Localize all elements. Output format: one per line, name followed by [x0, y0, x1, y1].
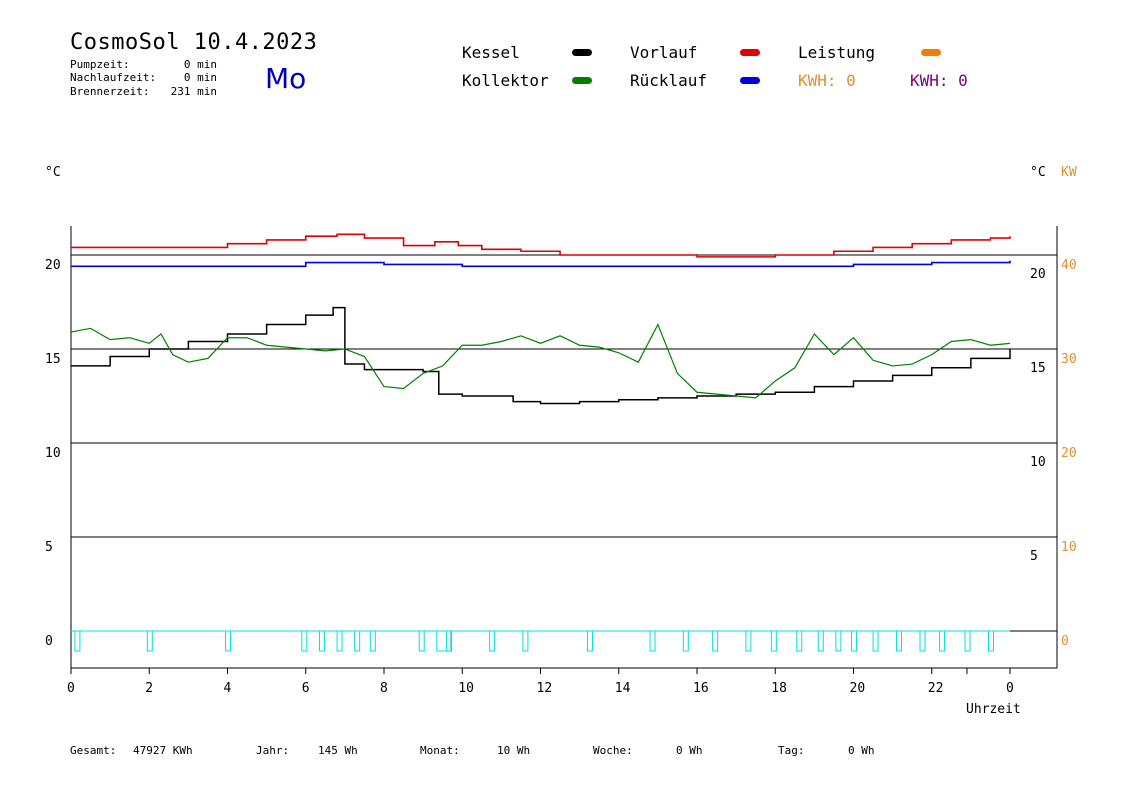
- y-tick-left-10: 10: [45, 446, 61, 461]
- leistung-pulse: [146, 630, 153, 652]
- y-tick-left-0: 0: [45, 634, 53, 649]
- leistung-pulse: [851, 630, 858, 652]
- leistung-pulse: [74, 630, 81, 652]
- leistung-pulse: [489, 630, 496, 652]
- footer-jahr-value: 145 Wh: [318, 744, 358, 757]
- leistung-pulse: [712, 630, 719, 652]
- x-tick-label-6: 12: [537, 681, 553, 696]
- leistung-pulse: [817, 630, 824, 652]
- x-tick-label-12: 0: [1006, 681, 1014, 696]
- leistung-pulse: [436, 630, 452, 652]
- y-tick-right-kw-20: 20: [1061, 446, 1077, 461]
- footer-gesamt-label: Gesamt:: [70, 744, 117, 757]
- series-ruecklauf-line: [71, 260, 1011, 268]
- y-tick-left-5: 5: [45, 540, 53, 555]
- leistung-pulse: [796, 630, 803, 652]
- x-tick-label-3: 6: [302, 681, 310, 696]
- x-tick-label-8: 16: [693, 681, 709, 696]
- x-tick-label-7: 14: [615, 681, 631, 696]
- leistung-pulse: [354, 630, 361, 652]
- y-tick-right-temp-10: 10: [1030, 455, 1046, 470]
- leistung-pulse: [586, 630, 593, 652]
- x-tick-label-0: 0: [67, 681, 75, 696]
- leistung-pulse: [522, 630, 529, 652]
- x-tick-label-1: 2: [145, 681, 153, 696]
- leistung-pulse: [835, 630, 842, 652]
- footer-jahr-label: Jahr:: [256, 744, 290, 757]
- y-tick-left-20: 20: [45, 258, 61, 273]
- footer-woche-value: 0 Wh: [676, 744, 703, 757]
- leistung-pulse: [896, 630, 903, 652]
- leistung-pulse: [872, 630, 879, 652]
- leistung-pulse: [369, 630, 376, 652]
- y-tick-right-temp-15: 15: [1030, 361, 1046, 376]
- series-vorlauf-line: [71, 233, 1011, 258]
- footer-tag-value: 0 Wh: [848, 744, 875, 757]
- leistung-pulse: [318, 630, 325, 652]
- leistung-pulse: [682, 630, 689, 652]
- leistung-pulse: [770, 630, 777, 652]
- leistung-pulse: [336, 630, 343, 652]
- footer-tag-label: Tag:: [778, 744, 805, 757]
- footer-gesamt-value: 47927 KWh: [133, 744, 193, 757]
- x-tick-label-4: 8: [380, 681, 388, 696]
- footer-woche-label: Woche:: [593, 744, 633, 757]
- y-tick-right-kw-0: 0: [1061, 634, 1069, 649]
- y-tick-right-kw-40: 40: [1061, 258, 1077, 273]
- series-kollektor-line: [70, 323, 1011, 399]
- x-tick-label-5: 10: [458, 681, 474, 696]
- x-tick-label-2: 4: [224, 681, 232, 696]
- leistung-pulse: [225, 630, 232, 652]
- footer-monat-label: Monat:: [420, 744, 460, 757]
- y-tick-right-kw-30: 30: [1061, 352, 1077, 367]
- leistung-pulse: [939, 630, 946, 652]
- footer-monat-value: 10 Wh: [497, 744, 531, 757]
- y-tick-left-15: 15: [45, 352, 61, 367]
- leistung-pulse: [301, 630, 308, 652]
- leistung-pulse: [649, 630, 656, 652]
- leistung-pulse: [964, 630, 971, 652]
- leistung-pulse: [987, 630, 994, 652]
- x-axis-label: Uhrzeit: [966, 702, 1021, 717]
- x-tick-label-9: 18: [771, 681, 787, 696]
- y-tick-right-temp-20: 20: [1030, 267, 1046, 282]
- temperature-chart: 0 5 10 15 20 5 10 15 20 0 10 20 30 40 0 2 4 6 8 10 12 14 16 18 2…: [45, 226, 1077, 696]
- x-tick-label-11: 22: [928, 681, 944, 696]
- leistung-pulse: [745, 630, 752, 652]
- y-tick-right-kw-10: 10: [1061, 540, 1077, 555]
- leistung-pulse: [418, 630, 425, 652]
- leistung-pulse: [919, 630, 926, 652]
- y-tick-right-temp-5: 5: [1030, 549, 1038, 564]
- x-tick-label-10: 20: [850, 681, 866, 696]
